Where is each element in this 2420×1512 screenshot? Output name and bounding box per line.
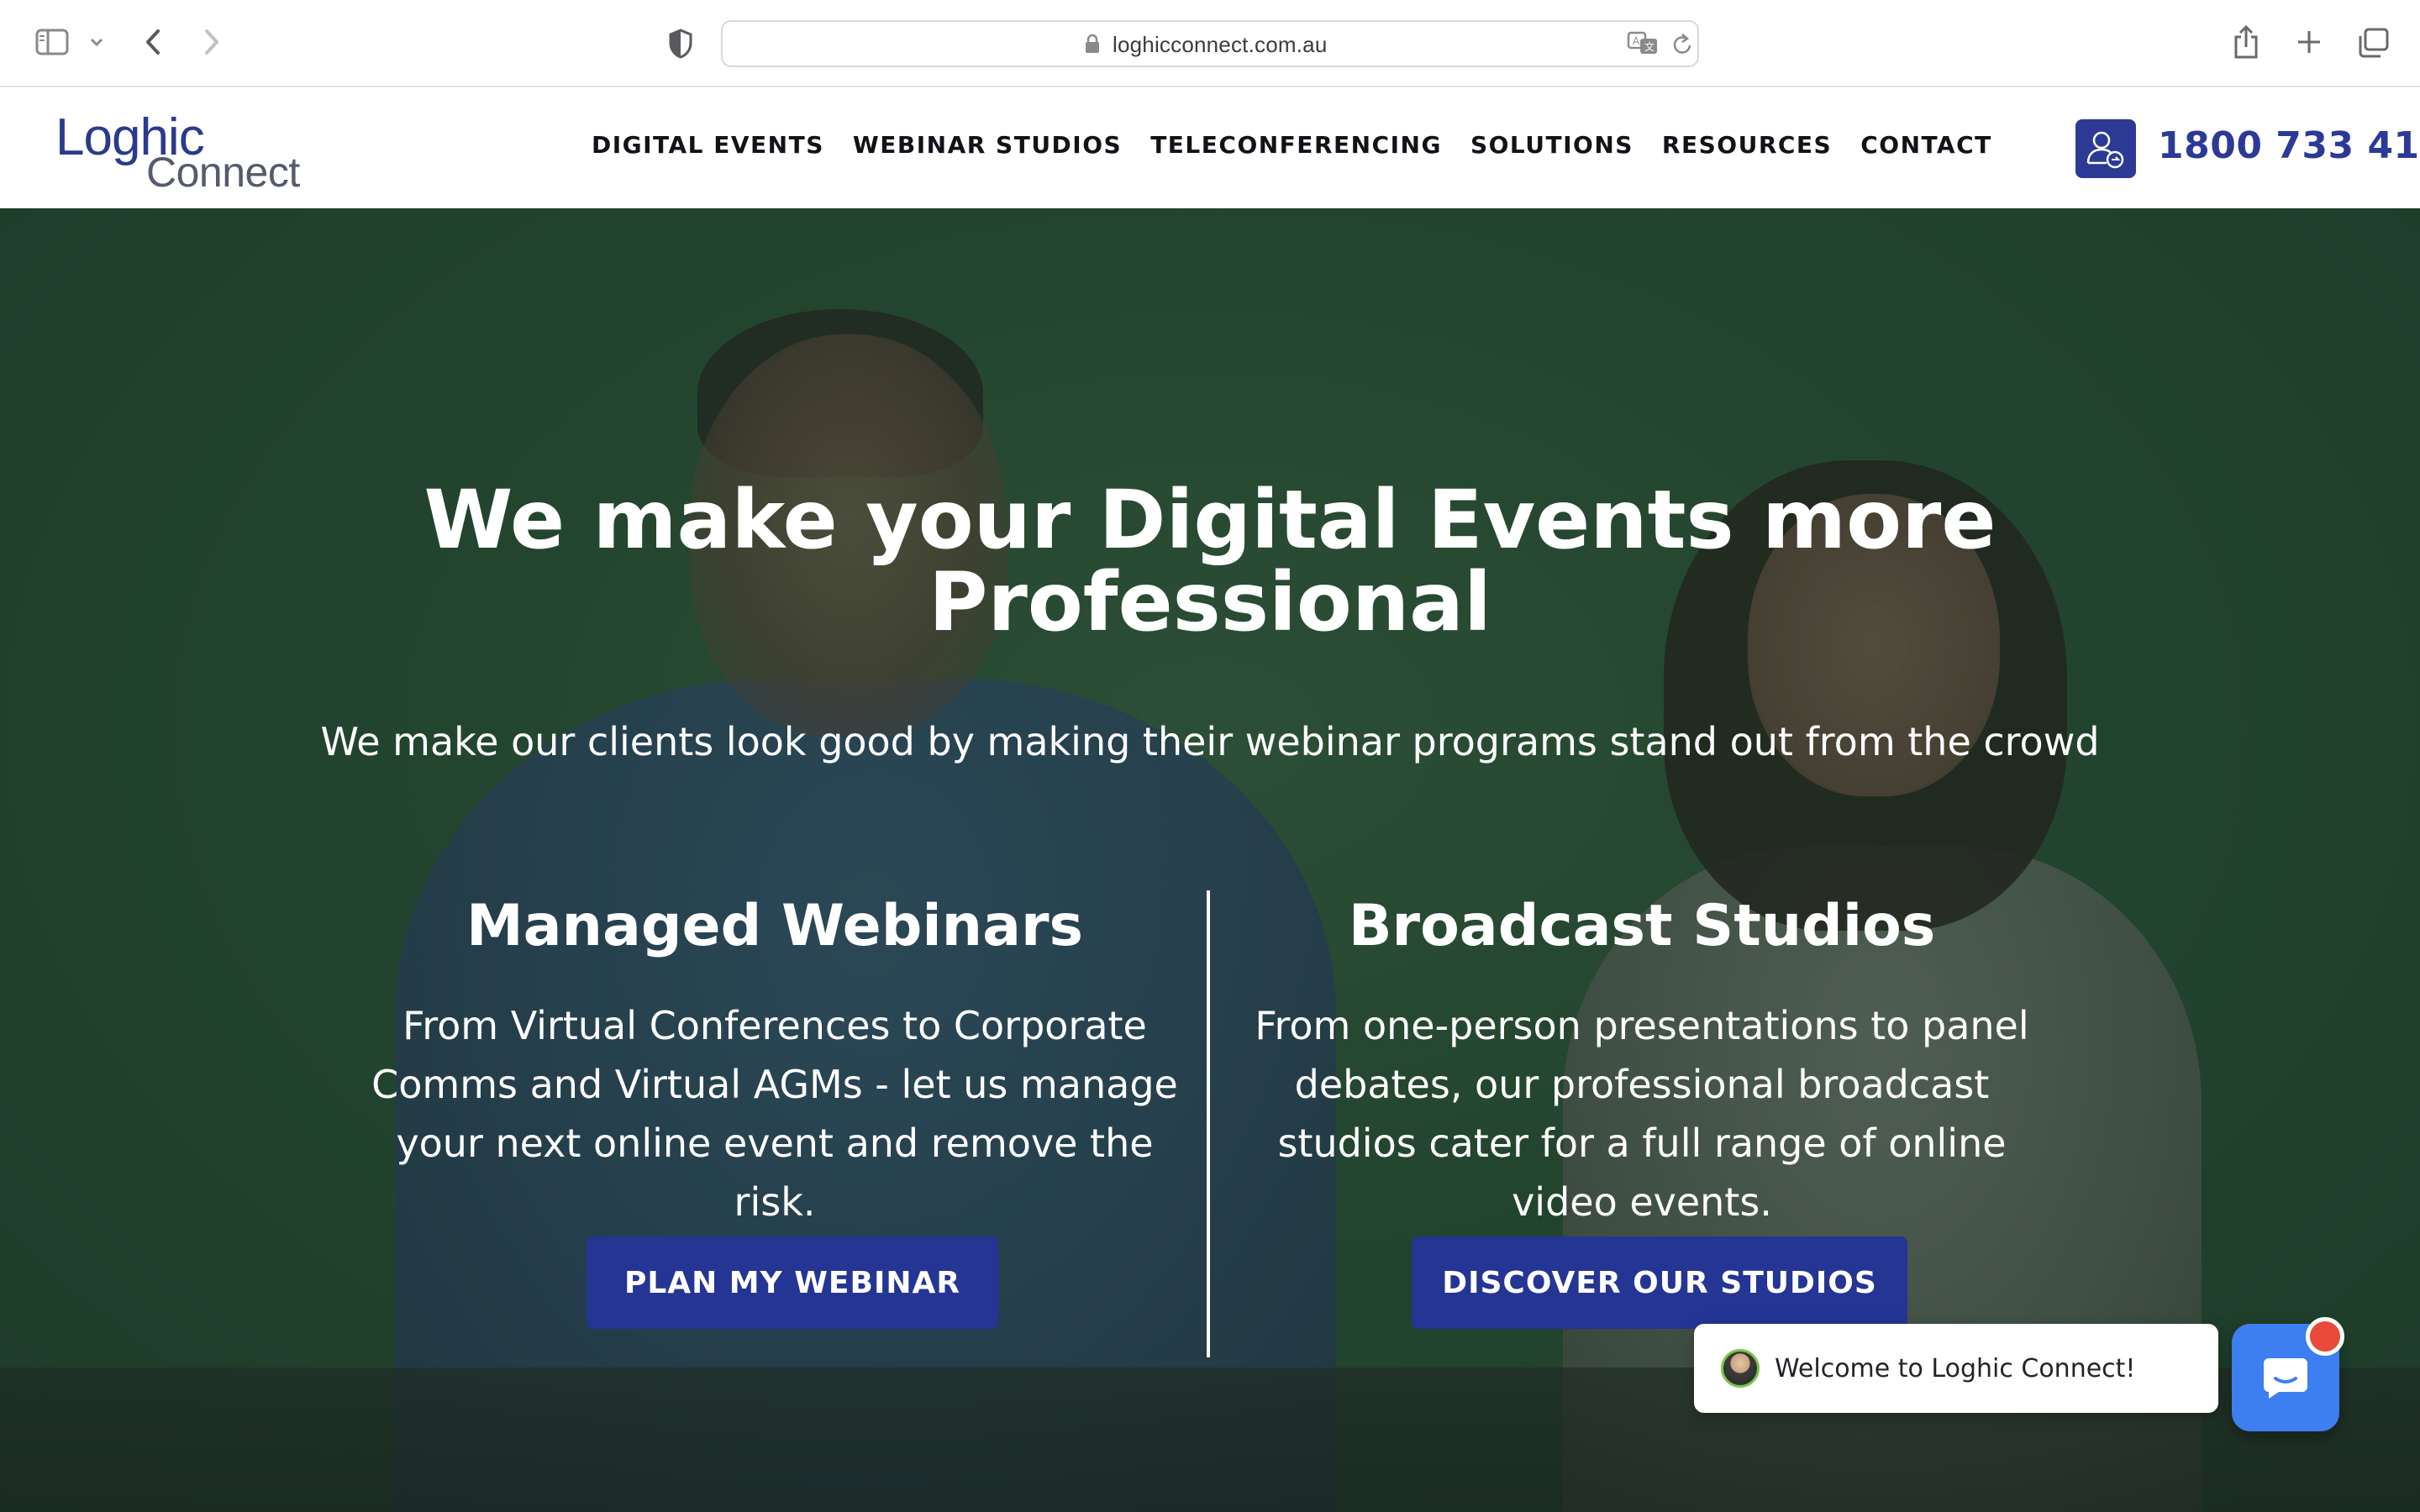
lock-icon <box>1084 34 1102 55</box>
address-url: loghicconnect.com.au <box>1113 32 1328 57</box>
nav-contact[interactable]: CONTACT <box>1860 131 1992 159</box>
sidebar-icon[interactable] <box>32 25 72 59</box>
broadcast-studios-text: From one-person presentations to panel d… <box>1255 1003 2029 1225</box>
managed-webinars-text: From Virtual Conferences to Corporate Co… <box>371 1003 1178 1225</box>
hero-section: We make your Digital Events more Profess… <box>0 208 2420 1512</box>
broadcast-studios-column: Broadcast Studios From one-person presen… <box>1239 889 2045 1231</box>
translate-icon[interactable]: A文 <box>1627 30 1660 59</box>
nav-resources[interactable]: RESOURCES <box>1662 131 1832 159</box>
plus-icon[interactable] <box>2292 25 2326 59</box>
user-phone-icon[interactable] <box>2075 119 2136 178</box>
chevron-down-icon[interactable] <box>87 32 106 52</box>
managed-webinars-title: Managed Webinars <box>466 893 1083 959</box>
nav-teleconferencing[interactable]: TELECONFERENCING <box>1150 131 1442 159</box>
nav-solutions[interactable]: SOLUTIONS <box>1470 131 1634 159</box>
hero-overlay <box>0 208 2420 1512</box>
broadcast-studios-title: Broadcast Studios <box>1348 893 1936 959</box>
hero-title: We make your Digital Events more Profess… <box>424 473 1996 649</box>
nav-webinar-studios[interactable]: WEBINAR STUDIOS <box>853 131 1122 159</box>
column-divider <box>1207 890 1210 1357</box>
back-button[interactable] <box>136 24 170 60</box>
tabs-overview-icon[interactable] <box>2354 25 2391 60</box>
nav-digital-events[interactable]: DIGITAL EVENTS <box>592 131 824 159</box>
chevron-right-icon <box>205 29 218 55</box>
chat-icon <box>2264 1358 2307 1399</box>
chat-welcome-message: Welcome to Loghic Connect! <box>1775 1354 2136 1383</box>
managed-webinars-column: Managed Webinars From Virtual Conference… <box>371 889 1178 1231</box>
svg-text:A: A <box>1633 35 1640 47</box>
plan-my-webinar-button[interactable]: PLAN MY WEBINAR <box>587 1236 998 1329</box>
forward-button[interactable] <box>195 24 229 60</box>
reload-icon[interactable] <box>1670 32 1696 59</box>
chat-welcome-bubble[interactable]: Welcome to Loghic Connect! <box>1694 1324 2218 1413</box>
discover-our-studios-button[interactable]: DISCOVER OUR STUDIOS <box>1412 1236 1907 1329</box>
shield-icon[interactable] <box>664 25 697 62</box>
main-nav: DIGITAL EVENTS WEBINAR STUDIOS TELECONFE… <box>592 131 1992 159</box>
address-bar[interactable]: loghicconnect.com.au A文 <box>721 20 1699 67</box>
site-header: Loghic Connect DIGITAL EVENTS WEBINAR ST… <box>0 87 2420 208</box>
phone-number[interactable]: 1800 733 416 <box>2158 124 2420 167</box>
chevron-left-icon <box>146 29 160 55</box>
svg-text:文: 文 <box>1644 40 1655 53</box>
logo[interactable]: Loghic Connect <box>55 108 308 196</box>
hero-subtitle: We make our clients look good by making … <box>320 719 2100 764</box>
share-icon[interactable] <box>2228 22 2264 62</box>
logo-bottom-text: Connect <box>146 149 300 196</box>
notification-badge <box>2306 1317 2344 1356</box>
browser-toolbar: loghicconnect.com.au A文 <box>0 0 2420 87</box>
avatar <box>1721 1349 1760 1388</box>
